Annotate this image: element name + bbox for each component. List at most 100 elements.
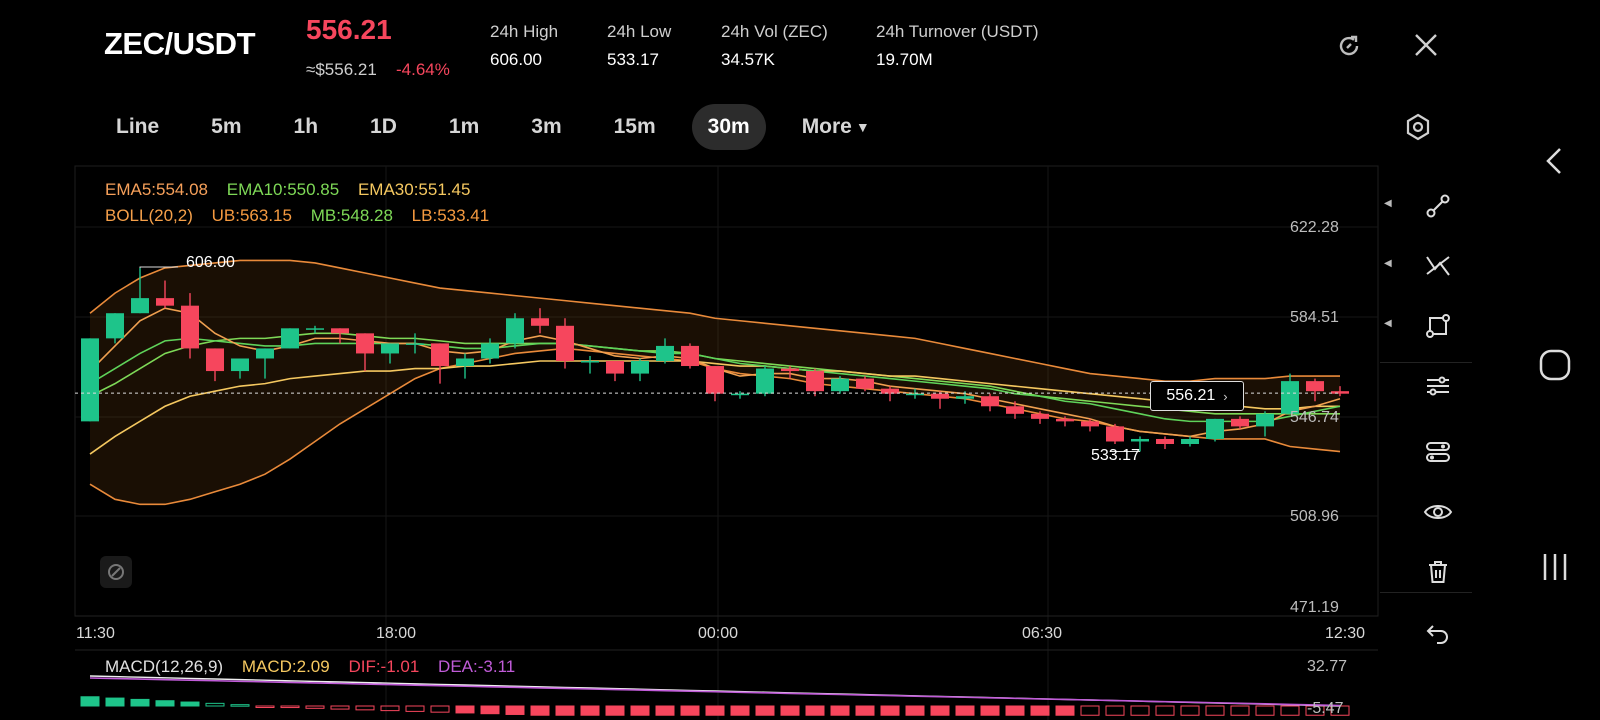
undo-icon[interactable] <box>1418 612 1458 652</box>
macd-bar <box>380 705 400 712</box>
candle-body <box>956 396 974 399</box>
trend-tool-icon[interactable] <box>1418 246 1458 286</box>
price-chart[interactable] <box>0 0 1600 720</box>
current-price-tag[interactable]: 556.21 › <box>1150 381 1244 411</box>
macd-bar <box>1030 705 1050 716</box>
macd-bar <box>905 705 925 716</box>
candle-body <box>331 328 349 334</box>
x-tick: 00:00 <box>698 625 739 642</box>
macd-bar <box>155 700 175 707</box>
macd-bar <box>1180 705 1200 716</box>
candle-body <box>731 393 749 396</box>
x-tick: 11:30 <box>76 625 115 642</box>
candle-body <box>206 348 224 372</box>
candle-body <box>681 345 699 367</box>
current-price-value: 556.21 <box>1166 387 1216 404</box>
macd-axis-bottom: -5.47 <box>1307 700 1344 717</box>
candle-body <box>106 313 124 339</box>
draw-toggle-icon[interactable] <box>100 556 132 588</box>
recents-nav-icon[interactable] <box>1538 550 1572 589</box>
macd-bar <box>105 697 125 707</box>
eye-icon[interactable] <box>1418 492 1458 532</box>
macd-bar <box>480 705 500 715</box>
macd-bar <box>1280 705 1300 716</box>
ema30-label: EMA30:551.45 <box>357 180 471 199</box>
x-tick: 06:30 <box>1022 625 1063 642</box>
macd-bar <box>880 705 900 716</box>
x-tick: 12:30 <box>1325 625 1366 642</box>
macd-bar <box>430 705 450 713</box>
macd-bar <box>580 705 600 716</box>
caret-left-icon: ◀ <box>1384 258 1392 269</box>
candle-body <box>131 298 149 314</box>
toggle-icon[interactable] <box>1418 432 1458 472</box>
boll-mb-label: MB:548.28 <box>310 206 393 225</box>
candle-body <box>81 338 99 422</box>
macd-bar <box>755 705 775 716</box>
macd-bar <box>1230 705 1250 716</box>
drawing-toolbar: ◀ ◀ ◀ <box>1380 166 1472 720</box>
macd-bar <box>80 696 100 707</box>
macd-bar <box>630 705 650 716</box>
macd-bar <box>1105 705 1125 716</box>
x-tick: 18:00 <box>376 625 417 642</box>
macd-axis-top: 32.77 <box>1307 658 1348 675</box>
boll-ub-label: UB:563.15 <box>211 206 292 225</box>
macd-bar <box>1155 705 1175 716</box>
candle-body <box>931 393 949 399</box>
candle-body <box>406 343 424 345</box>
candle-body <box>231 358 249 372</box>
macd-bar <box>730 705 750 716</box>
macd-title: MACD(12,26,9) <box>105 657 224 676</box>
candle-body <box>756 368 774 394</box>
macd-bar <box>1080 705 1100 716</box>
macd-bar <box>605 705 625 716</box>
candle-body <box>1081 421 1099 427</box>
caret-left-icon: ◀ <box>1384 318 1392 329</box>
candle-body <box>781 368 799 372</box>
macd-value: MACD:2.09 <box>241 657 330 676</box>
candle-body <box>381 343 399 354</box>
y-tick: 546.74 <box>1290 409 1339 426</box>
candle-body <box>356 333 374 354</box>
boll-label: BOLL(20,2) <box>105 206 193 225</box>
candle-body <box>556 325 574 362</box>
candle-body <box>456 358 474 367</box>
candle-body <box>1131 438 1149 442</box>
candle-body <box>656 345 674 362</box>
candle-body <box>281 328 299 349</box>
candle-body <box>1306 381 1324 392</box>
macd-bar <box>1130 705 1150 716</box>
macd-bar <box>805 705 825 716</box>
candle-body <box>1056 418 1074 422</box>
candle-body <box>981 396 999 407</box>
candle-body <box>1231 418 1249 427</box>
macd-bar <box>855 705 875 716</box>
macd-bar <box>130 698 150 707</box>
candle-body <box>531 318 549 326</box>
indicator-settings-icon[interactable] <box>1418 366 1458 406</box>
macd-bar <box>955 705 975 716</box>
shape-tool-icon[interactable] <box>1418 306 1458 346</box>
macd-bar <box>1255 705 1275 716</box>
caret-left-icon: ◀ <box>1384 198 1392 209</box>
back-nav-icon[interactable] <box>1538 144 1572 183</box>
macd-bar <box>255 705 275 708</box>
line-tool-icon[interactable] <box>1418 186 1458 226</box>
macd-bar <box>680 705 700 716</box>
boll-lb-label: LB:533.41 <box>411 206 490 225</box>
candle-body <box>506 318 524 344</box>
candle-body <box>431 343 449 367</box>
candle-body <box>1156 438 1174 444</box>
macd-bar <box>780 705 800 716</box>
candle-body <box>1006 406 1024 414</box>
candle-body <box>881 388 899 394</box>
candle-body <box>1181 438 1199 444</box>
home-nav-icon[interactable] <box>1538 348 1572 387</box>
candle-body <box>1206 418 1224 439</box>
dea-value: DEA:-3.11 <box>438 657 516 676</box>
ema10-label: EMA10:550.85 <box>226 180 340 199</box>
macd-bar <box>230 704 250 707</box>
candle-body <box>181 305 199 349</box>
trash-icon[interactable] <box>1418 552 1458 592</box>
